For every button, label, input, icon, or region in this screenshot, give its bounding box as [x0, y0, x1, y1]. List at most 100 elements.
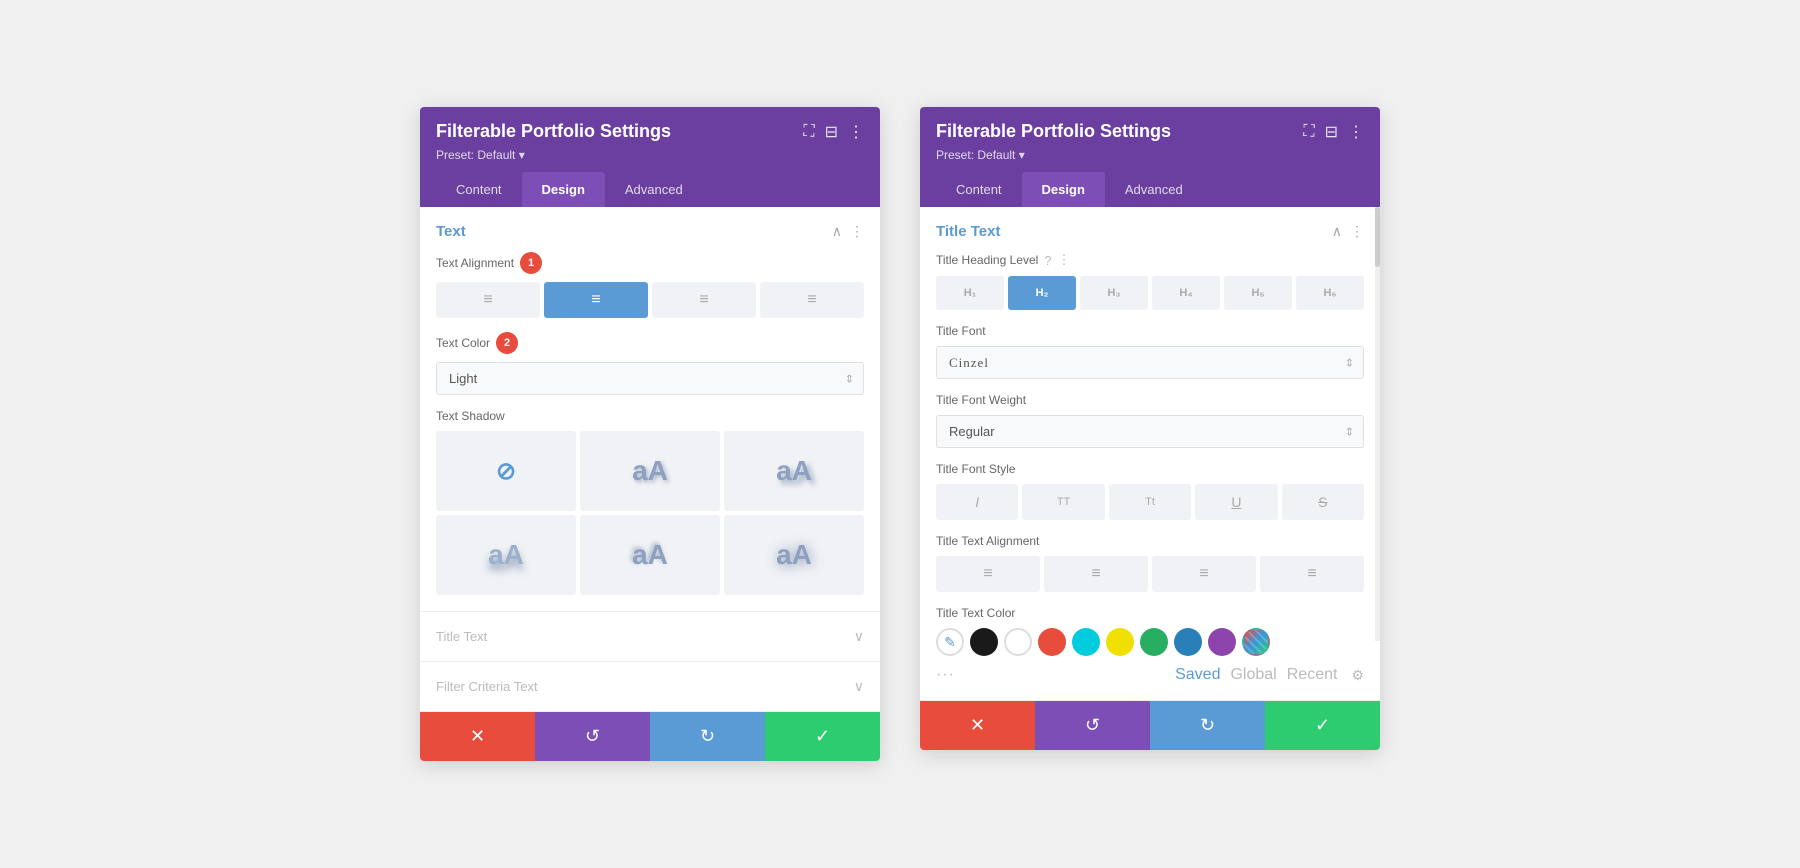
capitalize-btn[interactable]: Tt	[1109, 484, 1191, 520]
color-gear-icon[interactable]: ⚙	[1351, 667, 1364, 684]
font-style-label: Title Font Style	[936, 462, 1016, 476]
font-weight-select[interactable]: Regular Bold Light	[936, 415, 1364, 448]
heading-h4-btn[interactable]: H₄	[1152, 276, 1220, 310]
shadow-style-1[interactable]: aA	[580, 431, 720, 511]
text-section-header: Text ∧ ⋮	[436, 223, 864, 240]
right-save-btn[interactable]: ✓	[1265, 701, 1380, 750]
left-panel-content: Text ∧ ⋮ Text Alignment 1 ≡ ≡ ≡ ≡	[420, 207, 880, 712]
title-align-center-btn[interactable]: ≡	[1044, 556, 1148, 592]
heading-h6-btn[interactable]: H₆	[1296, 276, 1364, 310]
color-tab-recent[interactable]: Recent	[1287, 666, 1338, 684]
right-undo-btn[interactable]: ↺	[1035, 701, 1150, 750]
heading-help-icon[interactable]: ?	[1044, 253, 1051, 268]
color-cyan[interactable]	[1072, 628, 1100, 656]
tab-advanced-right[interactable]: Advanced	[1105, 172, 1203, 207]
color-red[interactable]	[1038, 628, 1066, 656]
title-text-section-dots[interactable]: ⋮	[1350, 223, 1364, 240]
scrollbar-thumb[interactable]	[1375, 207, 1380, 267]
left-undo-btn[interactable]: ↺	[535, 712, 650, 761]
right-cancel-btn[interactable]: ✕	[920, 701, 1035, 750]
color-white[interactable]	[1004, 628, 1032, 656]
color-tab-saved[interactable]: Saved	[1175, 666, 1220, 684]
left-expand-icon[interactable]: ⛶	[803, 123, 814, 141]
left-redo-btn[interactable]: ↻	[650, 712, 765, 761]
tab-advanced-left[interactable]: Advanced	[605, 172, 703, 207]
scrollbar-track[interactable]	[1375, 207, 1380, 641]
color-footer-row: ··· Saved Global Recent ⚙	[936, 666, 1364, 684]
font-style-label-row: Title Font Style	[936, 462, 1364, 476]
right-header-top: Filterable Portfolio Settings ⛶ ⊟ ⋮	[936, 121, 1364, 142]
alignment-label-row: Text Alignment 1	[436, 252, 864, 274]
color-purple[interactable]	[1208, 628, 1236, 656]
heading-h3-btn[interactable]: H₃	[1080, 276, 1148, 310]
right-tabs: Content Design Advanced	[936, 172, 1364, 207]
left-columns-icon[interactable]: ⊟	[825, 122, 838, 142]
tab-design-right[interactable]: Design	[1022, 172, 1105, 207]
font-weight-label-row: Title Font Weight	[936, 393, 1364, 407]
left-save-btn[interactable]: ✓	[765, 712, 880, 761]
color-tab-global[interactable]: Global	[1230, 666, 1276, 684]
title-text-section-chevron[interactable]: ∧	[1332, 223, 1342, 240]
title-text-collapsed[interactable]: Title Text ∨	[420, 612, 880, 662]
shadow-style-3[interactable]: aA	[436, 515, 576, 595]
underline-btn[interactable]: U	[1195, 484, 1277, 520]
right-columns-icon[interactable]: ⊟	[1325, 122, 1338, 142]
font-select-row: Cinzel Georgia Times New Roman	[936, 346, 1364, 379]
shadow-style-5[interactable]: aA	[724, 515, 864, 595]
align-center-btn[interactable]: ≡	[544, 282, 648, 318]
shadow-style-4[interactable]: aA	[580, 515, 720, 595]
tab-design-left[interactable]: Design	[522, 172, 605, 207]
right-panel-header: Filterable Portfolio Settings ⛶ ⊟ ⋮ Pres…	[920, 107, 1380, 207]
color-black[interactable]	[970, 628, 998, 656]
right-more-icon[interactable]: ⋮	[1348, 122, 1364, 142]
font-weight-select-row: Regular Bold Light	[936, 415, 1364, 448]
right-expand-icon[interactable]: ⛶	[1303, 123, 1314, 141]
right-preset[interactable]: Preset: Default ▾	[936, 148, 1364, 162]
title-text-chevron[interactable]: ∨	[854, 628, 864, 645]
title-text-label: Title Text	[436, 629, 487, 644]
title-text-section-header: Title Text ∧ ⋮	[936, 223, 1364, 240]
right-redo-btn[interactable]: ↻	[1150, 701, 1265, 750]
color-picker-btn[interactable]: ✎	[936, 628, 964, 656]
text-section-controls: ∧ ⋮	[832, 223, 864, 240]
shadow-none[interactable]: ⊘	[436, 431, 576, 511]
color-gradient[interactable]	[1242, 628, 1270, 656]
alignment-buttons: ≡ ≡ ≡ ≡	[436, 282, 864, 318]
tab-content-right[interactable]: Content	[936, 172, 1022, 207]
filter-criteria-collapsed[interactable]: Filter Criteria Text ∨	[420, 662, 880, 712]
filter-criteria-chevron[interactable]: ∨	[854, 678, 864, 695]
tab-content-left[interactable]: Content	[436, 172, 522, 207]
color-green[interactable]	[1140, 628, 1168, 656]
right-panel-title: Filterable Portfolio Settings	[936, 121, 1171, 142]
left-preset[interactable]: Preset: Default ▾	[436, 148, 864, 162]
heading-h5-btn[interactable]: H₅	[1224, 276, 1292, 310]
heading-level-label: Title Heading Level	[936, 253, 1038, 267]
shadow-style-2[interactable]: aA	[724, 431, 864, 511]
heading-h1-btn[interactable]: H₁	[936, 276, 1004, 310]
title-align-justify-btn[interactable]: ≡	[1260, 556, 1364, 592]
left-header-icons: ⛶ ⊟ ⋮	[803, 122, 864, 142]
more-colors-dots[interactable]: ···	[936, 666, 955, 684]
color-badge: 2	[496, 332, 518, 354]
color-select[interactable]: Light Dark Custom	[436, 362, 864, 395]
font-select[interactable]: Cinzel Georgia Times New Roman	[936, 346, 1364, 379]
uppercase-btn[interactable]: TT	[1022, 484, 1104, 520]
color-select-wrapper: Light Dark Custom	[436, 362, 864, 395]
text-section-dots[interactable]: ⋮	[850, 223, 864, 240]
text-section-chevron[interactable]: ∧	[832, 223, 842, 240]
left-cancel-btn[interactable]: ✕	[420, 712, 535, 761]
color-blue[interactable]	[1174, 628, 1202, 656]
align-left-btn[interactable]: ≡	[436, 282, 540, 318]
strikethrough-btn[interactable]: S	[1282, 484, 1364, 520]
align-right-btn[interactable]: ≡	[652, 282, 756, 318]
title-align-left-btn[interactable]: ≡	[936, 556, 1040, 592]
left-more-icon[interactable]: ⋮	[848, 122, 864, 142]
color-yellow[interactable]	[1106, 628, 1134, 656]
title-align-right-btn[interactable]: ≡	[1152, 556, 1256, 592]
align-justify-btn[interactable]: ≡	[760, 282, 864, 318]
italic-btn[interactable]: I	[936, 484, 1018, 520]
title-alignment-buttons: ≡ ≡ ≡ ≡	[936, 556, 1364, 592]
heading-dots-icon[interactable]: ⋮	[1058, 252, 1071, 268]
font-label-text: Title Font	[936, 324, 986, 338]
heading-h2-btn[interactable]: H₂	[1008, 276, 1076, 310]
